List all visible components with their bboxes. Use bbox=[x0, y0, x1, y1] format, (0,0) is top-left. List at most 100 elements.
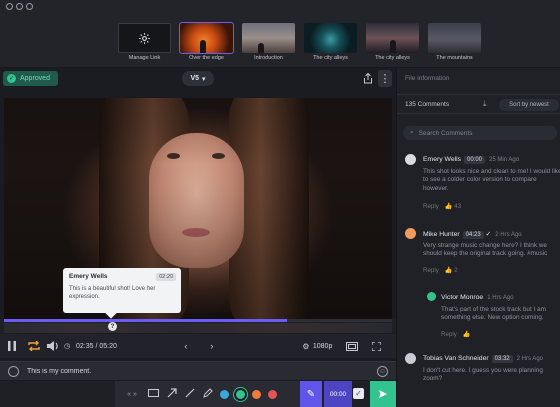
reply-link[interactable]: Reply bbox=[441, 331, 457, 338]
next-frame-icon[interactable]: › bbox=[201, 334, 223, 358]
thumb-introduction[interactable]: Introduction bbox=[242, 23, 295, 67]
thumb-manage-link[interactable]: Manage Link bbox=[118, 23, 171, 67]
comment-actions: Reply 👍 43 bbox=[423, 202, 461, 210]
line-icon[interactable] bbox=[184, 388, 195, 400]
user-avatar-icon bbox=[8, 366, 19, 377]
color-swatch-green[interactable] bbox=[234, 387, 247, 401]
like-count: 43 bbox=[454, 203, 462, 210]
rectangle-icon[interactable] bbox=[148, 389, 159, 399]
close-icon[interactable] bbox=[6, 3, 13, 10]
more-vertical-icon: ⋮ bbox=[379, 73, 391, 85]
comment-text: This shot looks nice and clean to me! I … bbox=[423, 168, 560, 192]
more-options-button[interactable]: ⋮ bbox=[378, 70, 392, 87]
comment-input[interactable] bbox=[27, 365, 367, 378]
comment-actions: Reply 👍 2 bbox=[423, 266, 458, 274]
pencil-icon[interactable] bbox=[202, 388, 213, 400]
player-controls: ◷ 02:35 / 05:20 ‹ › ⚙ 1080p bbox=[0, 334, 396, 358]
gear-icon bbox=[118, 23, 171, 53]
thumb-caption: Manage Link bbox=[128, 55, 161, 61]
timecode: 02:35 / 05:20 bbox=[76, 342, 117, 350]
thumb-image bbox=[242, 23, 295, 53]
tab-file-information[interactable]: File information bbox=[405, 75, 449, 82]
prev-frame-icon[interactable]: ‹ bbox=[175, 334, 197, 358]
loop-icon[interactable] bbox=[24, 334, 44, 358]
popup-text: This is a beautiful shot! Love her expre… bbox=[69, 286, 156, 300]
comment-author: Tobias Van Schneider 03:32 2 Hrs Ago bbox=[423, 355, 543, 363]
color-swatch-blue[interactable] bbox=[220, 389, 229, 399]
comment-time-ago: 1 Hrs Ago bbox=[487, 295, 514, 301]
check-icon: ✓ bbox=[7, 74, 16, 83]
collapse-icon[interactable]: « » bbox=[123, 391, 141, 398]
timecode-chip[interactable]: 00:00 bbox=[324, 381, 352, 407]
quality-selector[interactable]: 1080p bbox=[313, 343, 332, 350]
gear-icon[interactable]: ⚙ bbox=[299, 334, 313, 358]
share-button[interactable] bbox=[360, 70, 375, 87]
thumb-image bbox=[428, 23, 481, 53]
timeline-track[interactable] bbox=[4, 319, 392, 322]
comment-time-ago: 25 Min Ago bbox=[489, 157, 520, 163]
minimize-icon[interactable] bbox=[16, 3, 23, 10]
version-thumbnails: Manage Link Over the edge Introduction T… bbox=[118, 22, 481, 67]
volume-icon[interactable] bbox=[44, 334, 62, 358]
status-label: Approved bbox=[20, 75, 50, 82]
search-input[interactable]: ⌕ Search Comments bbox=[403, 126, 557, 140]
avatar bbox=[427, 292, 436, 301]
comment-text: That's part of the stock track but I am … bbox=[441, 306, 546, 322]
download-icon[interactable]: ⤓ bbox=[483, 99, 487, 109]
comment-author: Mike Hunter 04:23 ✓ 2 Hrs Ago bbox=[423, 231, 522, 239]
send-button[interactable] bbox=[370, 381, 396, 407]
comment-author: Emery Wells 00:00 25 Min Ago bbox=[423, 156, 520, 164]
avatar bbox=[405, 228, 416, 239]
window-controls bbox=[6, 3, 33, 10]
thumb-caption: The city alleys bbox=[375, 55, 410, 61]
comment-popup[interactable]: Emery Wells 02:20 This is a beautiful sh… bbox=[63, 268, 181, 319]
fullscreen-icon[interactable] bbox=[342, 334, 362, 358]
pause-icon[interactable] bbox=[0, 334, 24, 358]
thumb-mountains[interactable]: The mountains bbox=[428, 23, 481, 67]
brush-button[interactable]: ✎ bbox=[300, 381, 322, 407]
like-count: 2 bbox=[454, 267, 458, 274]
chevron-down-icon: ▾ bbox=[202, 75, 206, 83]
thumb-caption: The city alleys bbox=[313, 55, 348, 61]
drawing-tools: « » bbox=[115, 381, 300, 407]
annotation-toolbar: « » ✎ 00:00 ✓ bbox=[0, 381, 396, 407]
maximize-icon[interactable] bbox=[26, 3, 33, 10]
color-swatch-red[interactable] bbox=[268, 389, 277, 399]
thumbs-up-icon[interactable]: 👍 bbox=[463, 331, 471, 338]
send-icon bbox=[379, 390, 387, 398]
comment-text: Very strange music change here? I think … bbox=[423, 242, 548, 258]
reply-link[interactable]: Reply bbox=[423, 203, 439, 210]
thumb-city-alleys-2[interactable]: The city alleys bbox=[366, 23, 419, 67]
arrow-icon[interactable] bbox=[166, 388, 177, 400]
timecode-checkbox[interactable]: ✓ bbox=[353, 388, 364, 399]
reply-link[interactable]: Reply bbox=[423, 267, 439, 274]
comment-time-ago: 2 Hrs Ago bbox=[495, 232, 522, 238]
expand-icon[interactable] bbox=[366, 334, 386, 358]
color-swatch-orange[interactable] bbox=[252, 389, 261, 399]
thumbs-up-icon[interactable]: 👍 bbox=[445, 267, 453, 274]
avatar bbox=[405, 353, 416, 364]
avatar bbox=[405, 154, 416, 165]
comment-actions: Reply 👍 bbox=[441, 330, 471, 338]
emoji-icon[interactable]: ☺ bbox=[377, 366, 388, 377]
comments-panel: File information 135 Comments ⤓ Sort by … bbox=[396, 68, 560, 407]
comment-text: I don't cut here. I guess you were plann… bbox=[423, 367, 543, 383]
comment-timecode[interactable]: 03:32 bbox=[491, 355, 513, 363]
comment-marker[interactable]: ? bbox=[108, 322, 117, 331]
thumbs-up-icon[interactable]: 👍 bbox=[445, 203, 453, 210]
thumb-city-alleys-1[interactable]: The city alleys bbox=[304, 23, 357, 67]
version-selector[interactable]: V5 ▾ bbox=[182, 71, 214, 86]
comment-timecode[interactable]: 04:23 bbox=[462, 231, 484, 239]
status-badge[interactable]: ✓ Approved bbox=[3, 71, 58, 86]
thumb-caption: Introduction bbox=[254, 55, 283, 61]
thumb-over-the-edge[interactable]: Over the edge bbox=[179, 22, 234, 67]
timeline[interactable]: ? bbox=[0, 319, 396, 333]
brush-icon: ✎ bbox=[306, 388, 316, 400]
thumb-image bbox=[179, 22, 234, 54]
sort-dropdown[interactable]: Sort by newest bbox=[499, 99, 559, 111]
comment-timecode[interactable]: 00:00 bbox=[464, 156, 486, 164]
search-icon: ⌕ bbox=[410, 129, 414, 136]
comment-bar: ☺ bbox=[0, 361, 396, 380]
version-label: V5 bbox=[190, 75, 200, 82]
share-icon bbox=[363, 73, 372, 84]
